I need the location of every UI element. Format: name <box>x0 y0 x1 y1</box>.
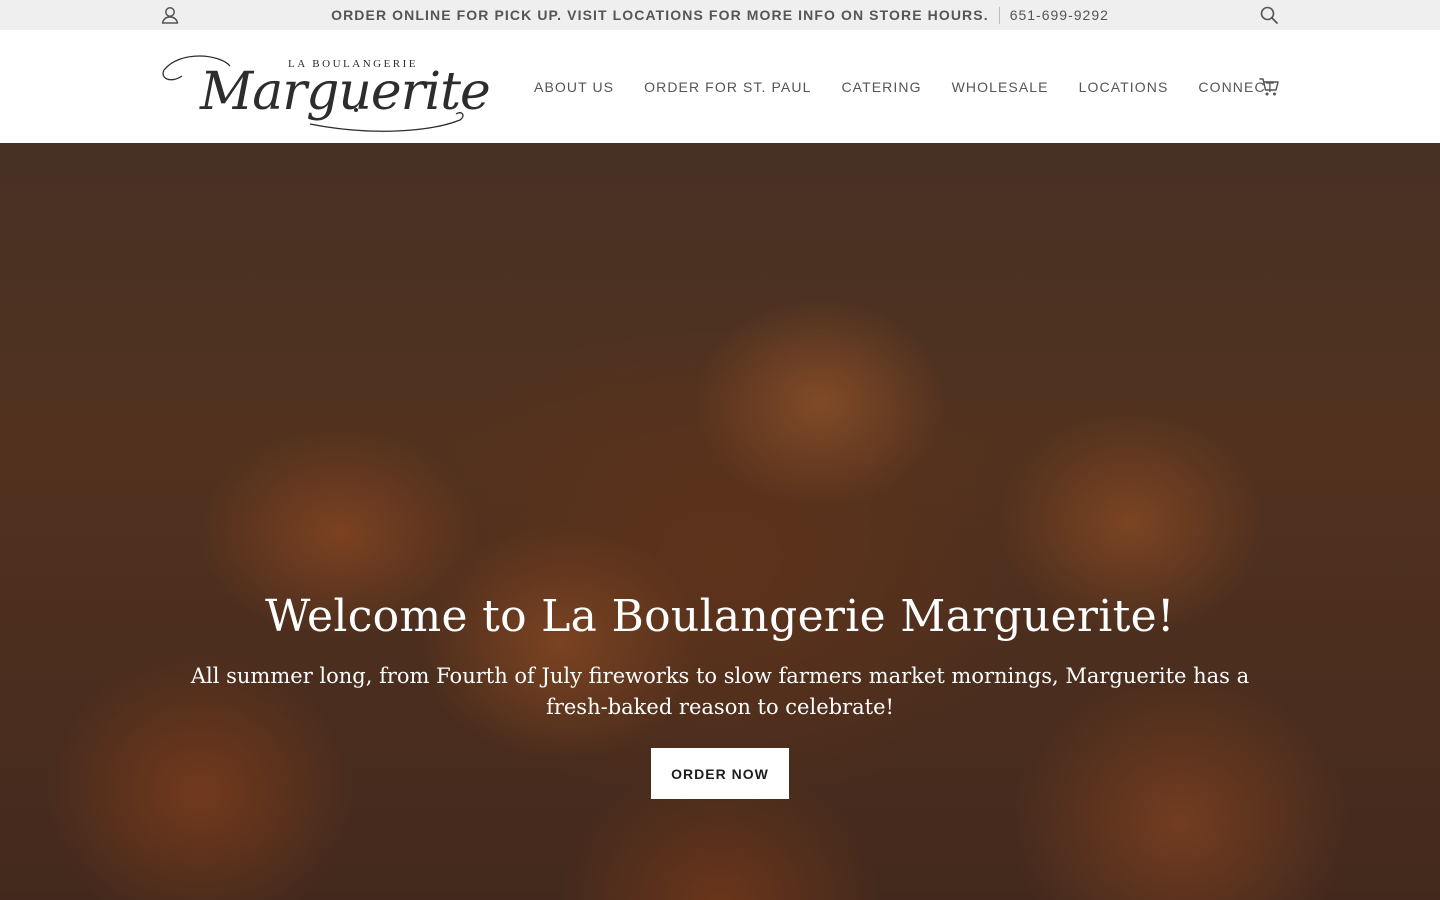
hero-content: Welcome to La Boulangerie Marguerite! Al… <box>0 143 1440 900</box>
announcement-divider <box>998 6 1000 24</box>
hero-title: Welcome to La Boulangerie Marguerite! <box>265 591 1175 642</box>
order-now-button[interactable]: ORDER NOW <box>651 748 789 799</box>
phone-number-link[interactable]: 651-699-9292 <box>1010 7 1109 23</box>
hero-subtitle: All summer long, from Fourth of July fir… <box>190 664 1250 719</box>
announcement-bar: ORDER ONLINE FOR PICK UP. VISIT LOCATION… <box>0 0 1440 30</box>
announcement-message: ORDER ONLINE FOR PICK UP. VISIT LOCATION… <box>331 7 989 23</box>
logo-script-text: Marguerite <box>200 62 491 122</box>
site-header: LA BOULANGERIE Marguerite ABOUT US ORDER… <box>0 30 1440 143</box>
search-icon[interactable] <box>1259 5 1279 25</box>
nav-order-for-st-paul[interactable]: ORDER FOR ST. PAUL <box>644 79 811 95</box>
main-navigation: ABOUT US ORDER FOR ST. PAUL CATERING WHO… <box>534 30 1275 143</box>
hero-banner: Welcome to La Boulangerie Marguerite! Al… <box>0 143 1440 900</box>
announcement-text-row: ORDER ONLINE FOR PICK UP. VISIT LOCATION… <box>0 0 1440 30</box>
nav-about-us[interactable]: ABOUT US <box>534 79 614 95</box>
cart-icon[interactable] <box>1259 77 1280 97</box>
nav-locations[interactable]: LOCATIONS <box>1079 79 1169 95</box>
logo-link[interactable]: LA BOULANGERIE Marguerite <box>160 40 491 132</box>
nav-wholesale[interactable]: WHOLESALE <box>952 79 1049 95</box>
nav-catering[interactable]: CATERING <box>841 79 921 95</box>
